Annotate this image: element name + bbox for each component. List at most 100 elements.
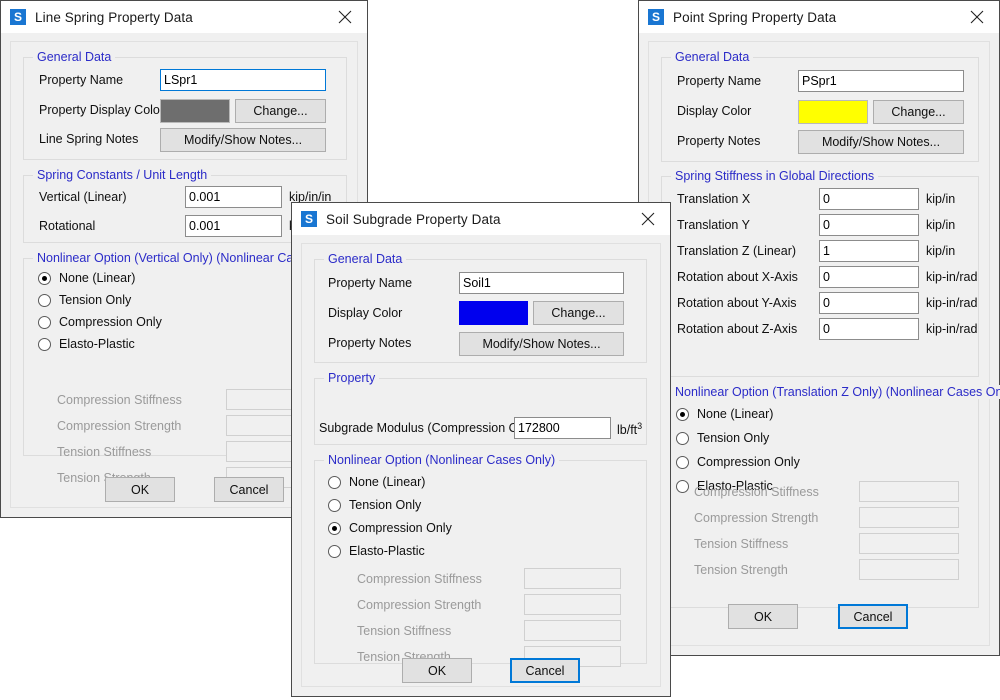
translation-y-unit: kip/in bbox=[926, 218, 955, 232]
radio-label: Compression Only bbox=[697, 455, 800, 469]
radio-dot-icon bbox=[328, 522, 341, 535]
ok-button[interactable]: OK bbox=[728, 604, 798, 629]
modify-show-notes-button[interactable]: Modify/Show Notes... bbox=[798, 130, 964, 154]
radio-label: None (Linear) bbox=[349, 475, 425, 489]
soil-subgrade-property-dialog: S Soil Subgrade Property Data General Da… bbox=[291, 202, 671, 697]
translation-y-value[interactable]: 0 bbox=[819, 214, 919, 236]
radio-compression-only[interactable]: Compression Only bbox=[328, 521, 452, 535]
property-display-color-label: Property Display Color bbox=[39, 103, 164, 117]
translation-x-unit: kip/in bbox=[926, 192, 955, 206]
tension-stiffness-label: Tension Stiffness bbox=[357, 624, 451, 638]
radio-none-linear[interactable]: None (Linear) bbox=[328, 475, 425, 489]
rotation-z-value[interactable]: 0 bbox=[819, 318, 919, 340]
property-display-color-swatch[interactable] bbox=[160, 99, 230, 123]
point-spring-property-dialog: S Point Spring Property Data General Dat… bbox=[638, 0, 1000, 656]
translation-x-value[interactable]: 0 bbox=[819, 188, 919, 210]
modify-show-notes-button[interactable]: Modify/Show Notes... bbox=[459, 332, 624, 356]
rotation-z-unit: kip-in/rad bbox=[926, 322, 977, 336]
group-title-spring-stiffness: Spring Stiffness in Global Directions bbox=[671, 169, 878, 183]
translation-z-value[interactable]: 1 bbox=[819, 240, 919, 262]
rotation-x-unit: kip-in/rad bbox=[926, 270, 977, 284]
close-icon[interactable] bbox=[626, 204, 670, 235]
change-color-button[interactable]: Change... bbox=[235, 99, 326, 123]
soil-subgrade-titlebar: S Soil Subgrade Property Data bbox=[292, 203, 670, 235]
close-glyph bbox=[641, 212, 655, 226]
radio-elasto-plastic[interactable]: Elasto-Plastic bbox=[38, 337, 135, 351]
ok-button[interactable]: OK bbox=[105, 477, 175, 502]
compression-strength-input bbox=[859, 507, 959, 528]
unit-base: lb/ft bbox=[617, 423, 637, 437]
radio-label: Tension Only bbox=[697, 431, 769, 445]
radio-tension-only[interactable]: Tension Only bbox=[328, 498, 421, 512]
modify-show-notes-button[interactable]: Modify/Show Notes... bbox=[160, 128, 326, 152]
radio-dot-icon bbox=[676, 480, 689, 493]
rotational-input[interactable]: 0.001 bbox=[185, 215, 282, 237]
vertical-linear-input[interactable]: 0.001 bbox=[185, 186, 282, 208]
radio-label: Compression Only bbox=[59, 315, 162, 329]
group-title-nonlinear-option: Nonlinear Option (Translation Z Only) (N… bbox=[671, 385, 1000, 399]
rotation-x-value[interactable]: 0 bbox=[819, 266, 919, 288]
compression-strength-label: Compression Strength bbox=[357, 598, 481, 612]
property-name-label: Property Name bbox=[677, 74, 761, 88]
cancel-button[interactable]: Cancel bbox=[510, 658, 580, 683]
group-title-general-data: General Data bbox=[671, 50, 753, 64]
group-title-nonlinear-option: Nonlinear Option (Nonlinear Cases Only) bbox=[324, 453, 559, 467]
close-glyph bbox=[970, 10, 984, 24]
radio-none-linear[interactable]: None (Linear) bbox=[38, 271, 135, 285]
rotation-y-value[interactable]: 0 bbox=[819, 292, 919, 314]
close-icon[interactable] bbox=[323, 2, 367, 33]
display-color-swatch[interactable] bbox=[459, 301, 528, 325]
tension-stiffness-label: Tension Stiffness bbox=[694, 537, 788, 551]
radio-dot-icon bbox=[38, 294, 51, 307]
rotation-x-label: Rotation about X-Axis bbox=[677, 270, 798, 284]
property-name-input[interactable]: PSpr1 bbox=[798, 70, 964, 92]
line-spring-title: Line Spring Property Data bbox=[35, 10, 193, 25]
screen-root: S Line Spring Property Data General Data… bbox=[0, 0, 1000, 700]
rotation-y-unit: kip-in/rad bbox=[926, 296, 977, 310]
cancel-button[interactable]: Cancel bbox=[838, 604, 908, 629]
property-name-input[interactable]: LSpr1 bbox=[160, 69, 326, 91]
radio-dot-icon bbox=[328, 499, 341, 512]
property-notes-label: Property Notes bbox=[677, 134, 760, 148]
close-icon[interactable] bbox=[955, 2, 999, 33]
property-notes-label: Property Notes bbox=[328, 336, 411, 350]
display-color-label: Display Color bbox=[328, 306, 402, 320]
radio-label: Elasto-Plastic bbox=[349, 544, 425, 558]
translation-z-label: Translation Z (Linear) bbox=[677, 244, 796, 258]
tension-strength-label: Tension Strength bbox=[694, 563, 788, 577]
soil-subgrade-title: Soil Subgrade Property Data bbox=[326, 212, 501, 227]
radio-tension-only[interactable]: Tension Only bbox=[38, 293, 131, 307]
rotation-y-label: Rotation about Y-Axis bbox=[677, 296, 797, 310]
radio-none-linear[interactable]: None (Linear) bbox=[676, 407, 773, 421]
unit-exponent: 3 bbox=[637, 421, 642, 431]
radio-label: Elasto-Plastic bbox=[59, 337, 135, 351]
radio-compression-only[interactable]: Compression Only bbox=[676, 455, 800, 469]
change-color-button[interactable]: Change... bbox=[873, 100, 964, 124]
app-s-icon: S bbox=[10, 9, 26, 25]
subgrade-modulus-input[interactable]: 172800 bbox=[514, 417, 611, 439]
radio-tension-only[interactable]: Tension Only bbox=[676, 431, 769, 445]
radio-dot-icon bbox=[676, 432, 689, 445]
vertical-linear-label: Vertical (Linear) bbox=[39, 190, 127, 204]
radio-label: Tension Only bbox=[59, 293, 131, 307]
compression-strength-label: Compression Strength bbox=[694, 511, 818, 525]
group-title-property: Property bbox=[324, 371, 379, 385]
compression-stiffness-label: Compression Stiffness bbox=[694, 485, 819, 499]
line-spring-titlebar: S Line Spring Property Data bbox=[1, 1, 367, 33]
point-spring-body: General Data Property Name PSpr1 Display… bbox=[639, 33, 999, 655]
group-title-general-data: General Data bbox=[33, 50, 115, 64]
radio-compression-only[interactable]: Compression Only bbox=[38, 315, 162, 329]
translation-y-label: Translation Y bbox=[677, 218, 750, 232]
change-color-button[interactable]: Change... bbox=[533, 301, 624, 325]
close-glyph bbox=[338, 10, 352, 24]
soil-subgrade-body: General Data Property Name Soil1 Display… bbox=[292, 235, 670, 696]
radio-dot-icon bbox=[676, 456, 689, 469]
ok-button[interactable]: OK bbox=[402, 658, 472, 683]
cancel-button[interactable]: Cancel bbox=[214, 477, 284, 502]
rotational-label: Rotational bbox=[39, 219, 95, 233]
radio-elasto-plastic[interactable]: Elasto-Plastic bbox=[328, 544, 425, 558]
display-color-swatch[interactable] bbox=[798, 100, 868, 124]
property-name-input[interactable]: Soil1 bbox=[459, 272, 624, 294]
compression-stiffness-input bbox=[859, 481, 959, 502]
radio-label: Compression Only bbox=[349, 521, 452, 535]
